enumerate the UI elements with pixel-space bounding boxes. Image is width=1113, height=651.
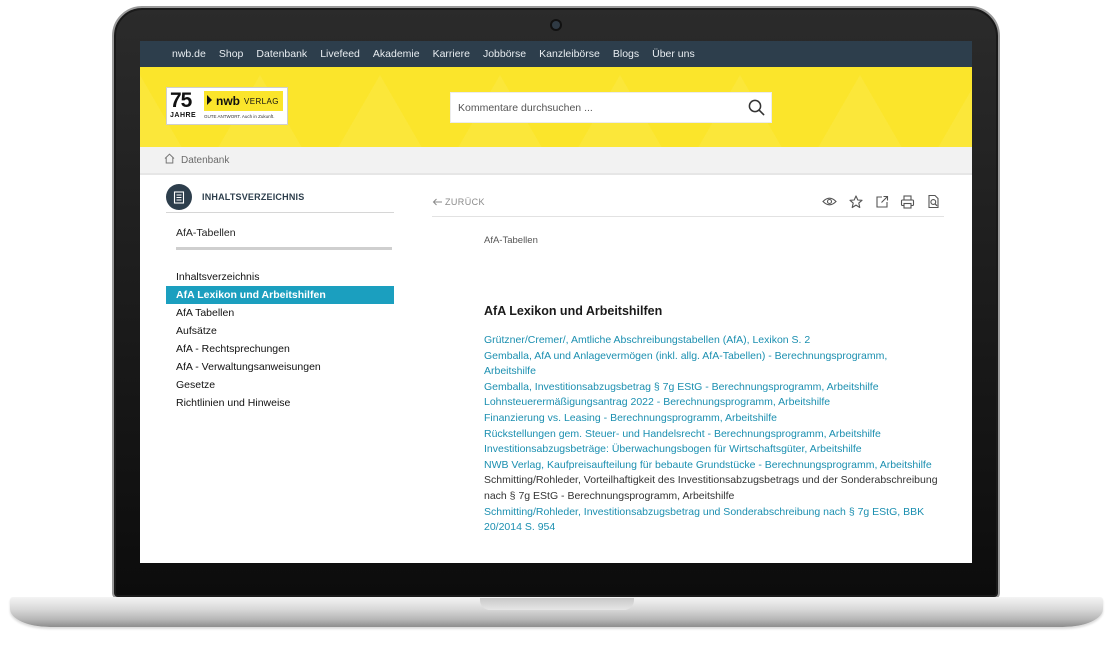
sidebar: INHALTSVERZEICHNIS AfA-Tabellen Inhaltsv… bbox=[166, 184, 394, 412]
toc-list: Inhaltsverzeichnis AfA Lexikon und Arbei… bbox=[166, 268, 394, 412]
nav-blogs[interactable]: Blogs bbox=[613, 48, 639, 60]
document-toolbar: ZURÜCK bbox=[432, 187, 944, 217]
laptop-notch bbox=[480, 598, 634, 610]
list-item[interactable]: Schmitting/Rohleder, Investitionsabzugsb… bbox=[484, 505, 939, 536]
nav-shop[interactable]: Shop bbox=[219, 48, 244, 60]
search-icon[interactable] bbox=[741, 99, 771, 116]
nav-ueber-uns[interactable]: Über uns bbox=[652, 48, 695, 60]
search-box bbox=[450, 92, 772, 123]
list-item[interactable]: Gemballa, AfA und Anlagevermögen (inkl. … bbox=[484, 349, 939, 380]
breadcrumb-datenbank[interactable]: Datenbank bbox=[181, 155, 229, 166]
toc-header: INHALTSVERZEICHNIS bbox=[166, 184, 394, 213]
logo-arrow-icon bbox=[207, 95, 212, 105]
eye-icon[interactable] bbox=[821, 193, 838, 210]
entry-list: Grützner/Cremer/, Amtliche Abschreibungs… bbox=[484, 333, 939, 536]
header-banner: 75 JAHRE nwb VERLAG GUTE ANTWORT. Auch i… bbox=[140, 67, 972, 147]
toc-item-rechtsprechungen[interactable]: AfA - Rechtsprechungen bbox=[166, 340, 394, 358]
main-content: ZURÜCK AfA-Tabellen AfA Lexikon und Arbe… bbox=[432, 187, 944, 536]
list-item[interactable]: Investitionsabzugsbeträge: Überwachungsb… bbox=[484, 442, 939, 458]
share-icon[interactable] bbox=[873, 193, 890, 210]
nav-akademie[interactable]: Akademie bbox=[373, 48, 420, 60]
list-item: Schmitting/Rohleder, Vorteilhaftigkeit d… bbox=[484, 474, 938, 502]
list-item[interactable]: Lohnsteuerermäßigungsantrag 2022 - Berec… bbox=[484, 395, 939, 411]
toc-item-afa-tabellen[interactable]: AfA Tabellen bbox=[166, 304, 394, 322]
toc-item-aufsaetze[interactable]: Aufsätze bbox=[166, 322, 394, 340]
star-icon[interactable] bbox=[847, 193, 864, 210]
logo-tagline: GUTE ANTWORT. Auch in Zukunft. bbox=[204, 114, 275, 119]
document-title: AfA-Tabellen bbox=[176, 227, 236, 239]
arrow-left-icon bbox=[432, 198, 442, 205]
section-title: AfA Lexikon und Arbeitshilfen bbox=[484, 304, 663, 318]
nav-kanzleiboerse[interactable]: Kanzleibörse bbox=[539, 48, 600, 60]
nwb-logo[interactable]: 75 JAHRE nwb VERLAG GUTE ANTWORT. Auch i… bbox=[166, 87, 288, 125]
logo-brand-suffix: VERLAG bbox=[244, 96, 279, 106]
nav-datenbank[interactable]: Datenbank bbox=[256, 48, 307, 60]
nav-nwb-de[interactable]: nwb.de bbox=[172, 48, 206, 60]
anniversary-word: JAHRE bbox=[170, 112, 197, 119]
toc-item-richtlinien[interactable]: Richtlinien und Hinweise bbox=[166, 394, 394, 412]
top-navigation: nwb.de Shop Datenbank Livefeed Akademie … bbox=[140, 41, 972, 67]
list-item[interactable]: Finanzierung vs. Leasing - Berechnungspr… bbox=[484, 411, 939, 427]
toc-item-inhaltsverzeichnis[interactable]: Inhaltsverzeichnis bbox=[166, 268, 394, 286]
logo-brand-block: nwb VERLAG GUTE ANTWORT. Auch in Zukunft… bbox=[201, 88, 287, 124]
screen: nwb.de Shop Datenbank Livefeed Akademie … bbox=[140, 41, 972, 563]
search-doc-icon[interactable] bbox=[925, 193, 942, 210]
toc-title: INHALTSVERZEICHNIS bbox=[202, 192, 305, 202]
list-item[interactable]: Gemballa, Investitionsabzugsbetrag § 7g … bbox=[484, 380, 939, 396]
anniversary-badge: 75 JAHRE bbox=[167, 88, 201, 124]
logo-brand-name: nwb bbox=[216, 94, 240, 108]
toc-item-verwaltungsanweisungen[interactable]: AfA - Verwaltungsanweisungen bbox=[166, 358, 394, 376]
toolbar-actions bbox=[821, 193, 944, 210]
nav-jobboerse[interactable]: Jobbörse bbox=[483, 48, 526, 60]
breadcrumb: Datenbank bbox=[140, 147, 972, 175]
document-divider bbox=[176, 247, 392, 250]
back-button[interactable]: ZURÜCK bbox=[432, 197, 485, 207]
camera-icon bbox=[552, 21, 560, 29]
list-item[interactable]: Grützner/Cremer/, Amtliche Abschreibungs… bbox=[484, 333, 939, 349]
toc-item-gesetze[interactable]: Gesetze bbox=[166, 376, 394, 394]
anniversary-number: 75 bbox=[170, 89, 192, 112]
search-input[interactable] bbox=[458, 101, 741, 114]
logo-brand-bar: nwb VERLAG bbox=[204, 91, 283, 111]
list-item[interactable]: NWB Verlag, Kaufpreisaufteilung für beba… bbox=[484, 458, 939, 474]
nav-karriere[interactable]: Karriere bbox=[433, 48, 470, 60]
book-icon[interactable] bbox=[166, 184, 192, 210]
back-label: ZURÜCK bbox=[445, 196, 485, 207]
nav-livefeed[interactable]: Livefeed bbox=[320, 48, 360, 60]
list-item[interactable]: Rückstellungen gem. Steuer- und Handelsr… bbox=[484, 427, 939, 443]
print-icon[interactable] bbox=[899, 193, 916, 210]
home-icon[interactable] bbox=[164, 153, 175, 167]
toc-item-afa-lexikon[interactable]: AfA Lexikon und Arbeitshilfen bbox=[166, 286, 394, 304]
document-breadcrumb: AfA-Tabellen bbox=[484, 235, 538, 246]
